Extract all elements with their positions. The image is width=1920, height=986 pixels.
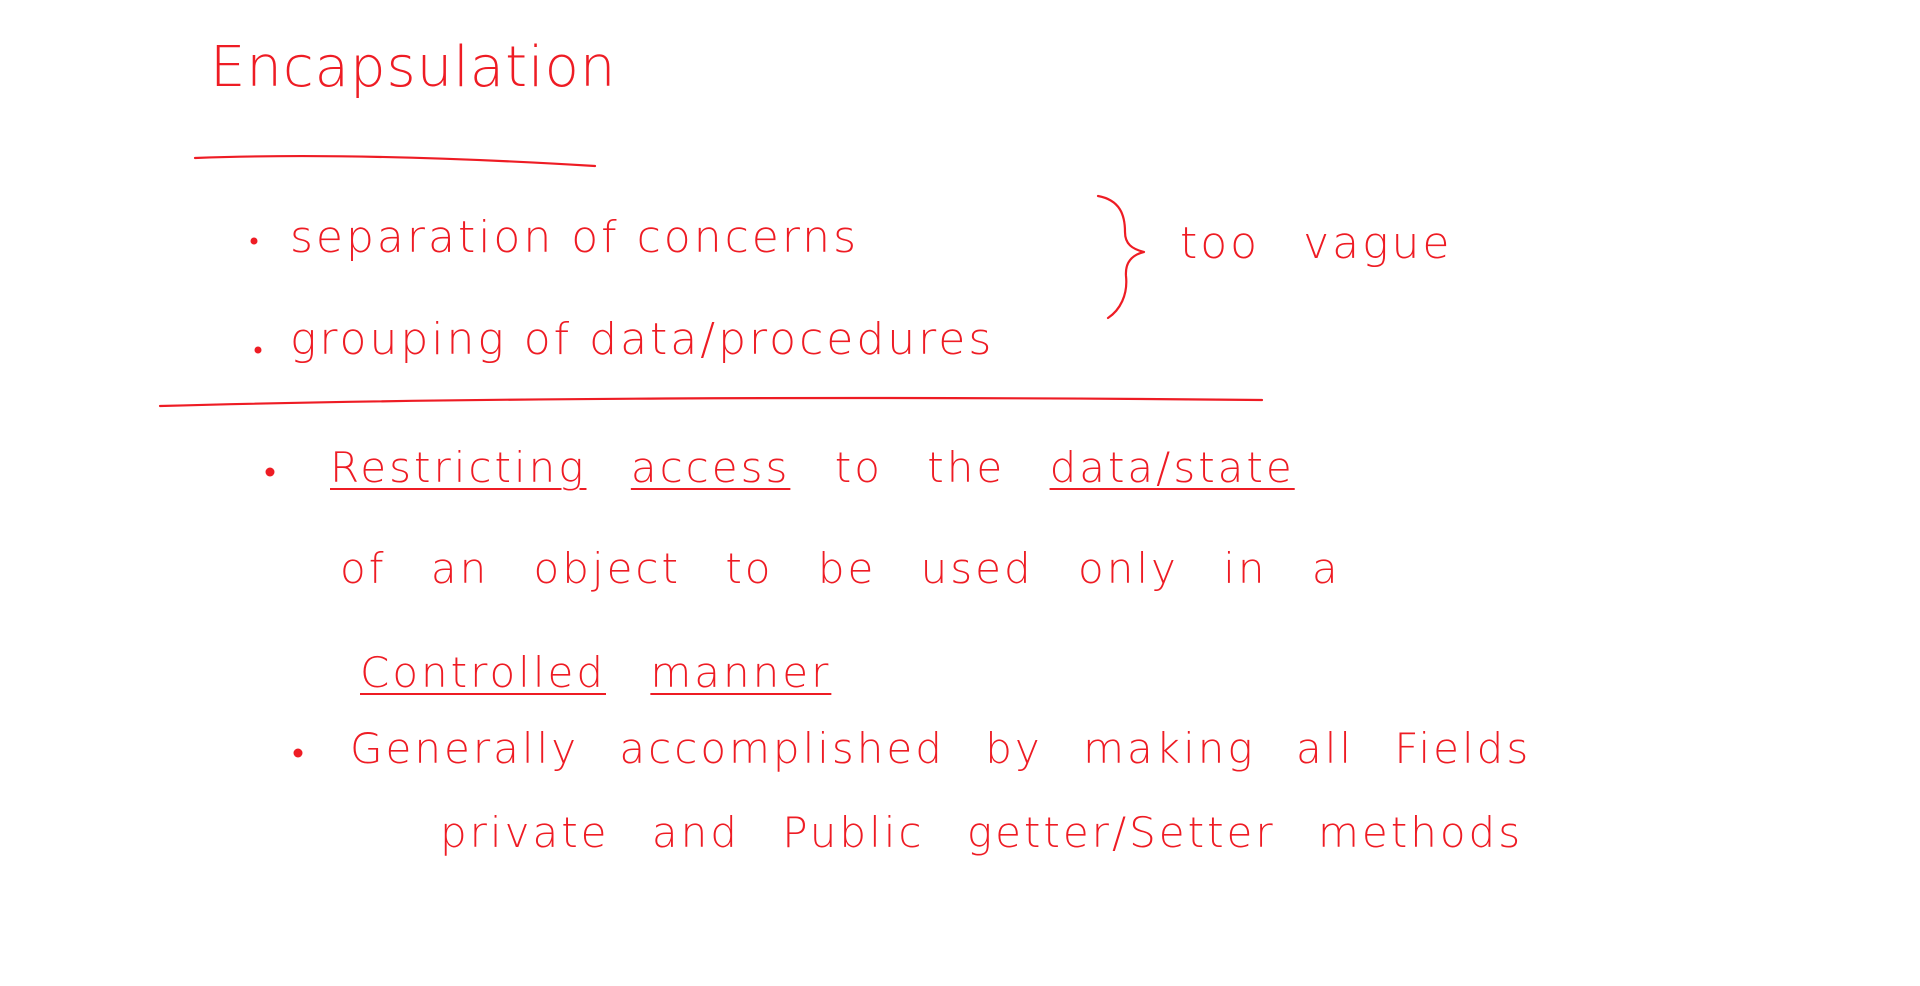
underlined-phrase: access xyxy=(630,443,791,492)
definition-word: to xyxy=(834,443,883,492)
underlined-phrase: Controlled xyxy=(360,648,606,697)
title-underline xyxy=(193,154,597,168)
definition-line-3: Controlled manner xyxy=(360,652,831,694)
bullet-dot xyxy=(250,237,258,245)
definition-line-2: of an object to be used only in a xyxy=(340,544,1341,593)
detail-line-2: private and Public getter/Setter methods xyxy=(440,808,1524,857)
definition-line-1: Restricting access to the data/state xyxy=(330,447,1295,489)
section-divider xyxy=(158,396,1264,408)
definition-word: the xyxy=(927,443,1006,492)
underlined-phrase: Restricting xyxy=(330,443,587,492)
brace-note: too vague xyxy=(1180,218,1453,269)
whiteboard-canvas: Encapsulation separation of concerns gro… xyxy=(0,0,1920,986)
list-item: grouping of data/procedures xyxy=(290,314,995,365)
underlined-phrase: manner xyxy=(650,648,832,697)
bullet-dot xyxy=(254,346,262,354)
bullet-dot xyxy=(265,467,275,477)
bullet-dot xyxy=(293,748,303,758)
underlined-phrase: data/state xyxy=(1049,443,1295,492)
brace-icon xyxy=(1096,194,1146,320)
list-item: separation of concerns xyxy=(290,212,859,263)
detail-line-1: Generally accomplished by making all Fie… xyxy=(350,724,1532,773)
page-title: Encapsulation xyxy=(210,35,617,100)
